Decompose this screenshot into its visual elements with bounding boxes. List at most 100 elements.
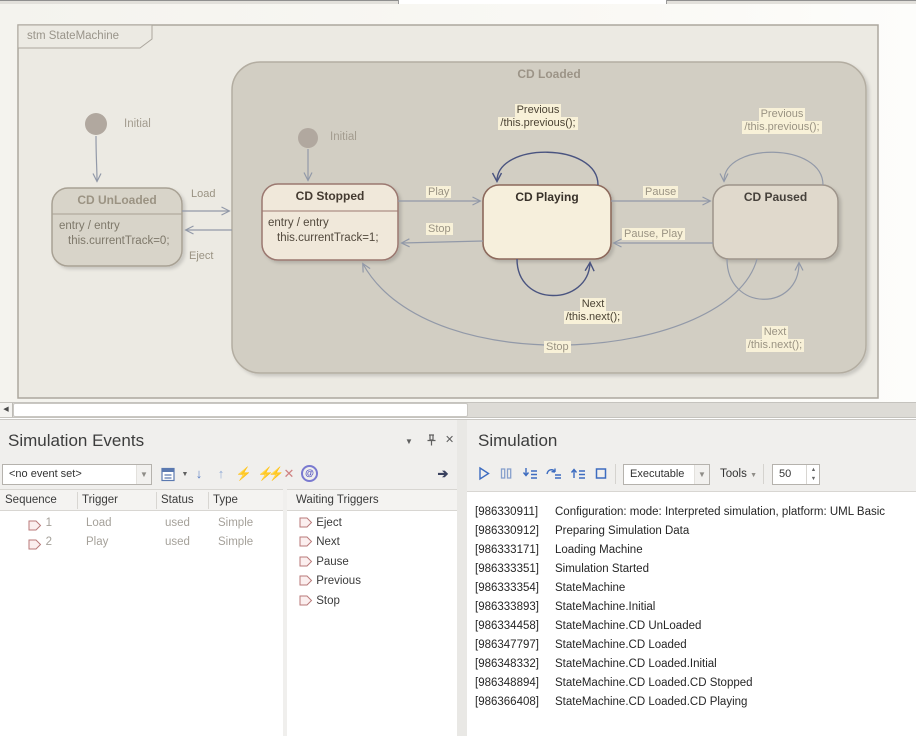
remove-icon[interactable]: ✕: [280, 465, 298, 483]
tools-menu[interactable]: Tools ▼: [720, 468, 757, 480]
cell-status: used: [165, 517, 190, 529]
log-line[interactable]: [986330911]Configuration: mode: Interpre…: [467, 506, 915, 525]
tools-label: Tools: [720, 468, 747, 480]
event-set-value: <no event set>: [9, 468, 82, 480]
event-set-dropdown-icon[interactable]: ▼: [136, 465, 151, 484]
toolbar-separator: [763, 464, 764, 484]
sim-step-out-icon[interactable]: [569, 465, 587, 487]
flag-icon: [299, 536, 313, 547]
waiting-triggers-header-label: Waiting Triggers: [296, 490, 379, 511]
label-pause: Pause: [643, 186, 678, 198]
speed-value: 50: [779, 468, 791, 480]
sim-step-into-icon[interactable]: [521, 465, 539, 487]
flag-icon: [299, 595, 313, 606]
simulation-events-panel: Simulation Events ▼ ✕ <no event set> ▼ ▼…: [0, 420, 457, 736]
target-at-icon[interactable]: @: [301, 465, 318, 482]
tools-dropdown-icon: ▼: [750, 472, 757, 479]
executable-combobox[interactable]: Executable ▼: [623, 464, 710, 485]
composite-title: CD Loaded: [232, 67, 866, 81]
waiting-trigger-next[interactable]: Next: [299, 536, 340, 548]
cell-trigger: Play: [86, 536, 108, 548]
label-load: Load: [191, 188, 215, 200]
panel-menu-chevron-icon[interactable]: ▼: [405, 437, 413, 446]
log-line[interactable]: [986333893]StateMachine.Initial: [467, 601, 915, 620]
cell-type: Simple: [218, 517, 253, 529]
label-stop-long: Stop: [544, 341, 571, 353]
log-line[interactable]: [986366408]StateMachine.CD Loaded.CD Pla…: [467, 696, 915, 715]
cell-type: Simple: [218, 536, 253, 548]
executable-dropdown-icon[interactable]: ▼: [694, 465, 709, 484]
panel-splitter[interactable]: [457, 420, 467, 736]
hscroll-left-button[interactable]: ◀: [0, 403, 13, 417]
move-up-icon[interactable]: ↑: [212, 465, 230, 483]
log-line[interactable]: [986330912]Preparing Simulation Data: [467, 525, 915, 544]
state-cd-stopped-body: entry / entry this.currentTrack=1;: [268, 216, 379, 246]
bottom-dock: Simulation Events ▼ ✕ <no event set> ▼ ▼…: [0, 419, 916, 736]
panel-close-icon[interactable]: ✕: [445, 433, 454, 446]
col-sequence[interactable]: Sequence: [5, 490, 57, 511]
spinner-buttons[interactable]: ▲ ▼: [806, 465, 819, 484]
state-cd-paused-title: CD Paused: [713, 190, 838, 204]
trigger-multiple-icon[interactable]: ⚡⚡: [255, 465, 281, 483]
diagram-canvas[interactable]: stm StateMachine CD Loaded Initial Initi…: [0, 4, 916, 402]
events-table-header: Sequence Trigger Status Type: [0, 490, 283, 511]
toolbar-separator: [615, 464, 616, 484]
log-line[interactable]: [986348894]StateMachine.CD Loaded.CD Sto…: [467, 677, 915, 696]
simulation-panel-title: Simulation: [478, 431, 557, 451]
initial-label-outer: Initial: [124, 118, 151, 130]
flag-icon: [299, 575, 313, 586]
simulation-log: [986330911]Configuration: mode: Interpre…: [467, 491, 916, 736]
label-next-playing: Next /this.next();: [548, 298, 638, 324]
cell-seq: 2: [40, 536, 52, 548]
sim-stop-icon[interactable]: [593, 465, 609, 487]
sim-pause-icon[interactable]: [499, 465, 513, 487]
events-panel-title: Simulation Events: [8, 431, 144, 451]
table-row[interactable]: 2 Play used Simple: [0, 534, 283, 553]
waiting-trigger-pause[interactable]: Pause: [299, 556, 349, 568]
label-next-paused: Next /this.next();: [735, 326, 815, 352]
event-set-combobox[interactable]: <no event set> ▼: [2, 464, 152, 485]
sim-play-icon[interactable]: [476, 465, 492, 487]
state-cd-unloaded-body: entry / entry this.currentTrack=0;: [59, 219, 170, 249]
label-pause-play: Pause, Play: [622, 228, 685, 240]
log-line[interactable]: [986333351]Simulation Started: [467, 563, 915, 582]
cell-seq: 1: [40, 517, 52, 529]
simulation-panel: Simulation Executable ▼ Tools ▼ 50: [467, 420, 916, 736]
state-cd-unloaded-title: CD UnLoaded: [52, 193, 182, 207]
initial-node-inner[interactable]: [298, 128, 318, 148]
label-play: Play: [426, 186, 451, 198]
cell-status: used: [165, 536, 190, 548]
cell-trigger: Load: [86, 517, 112, 529]
hscroll-thumb[interactable]: [13, 403, 468, 417]
waiting-trigger-stop[interactable]: Stop: [299, 595, 340, 607]
step-forward-arrow-icon[interactable]: ➔: [434, 465, 452, 483]
sim-step-over-icon[interactable]: [545, 465, 563, 487]
spinner-down-icon[interactable]: ▼: [807, 475, 820, 485]
diagram-hscrollbar[interactable]: ◀: [0, 402, 916, 418]
move-down-icon[interactable]: ↓: [190, 465, 208, 483]
event-list-icon[interactable]: [160, 467, 176, 487]
unloaded-entry-line1: entry / entry: [59, 219, 170, 234]
spinner-up-icon[interactable]: ▲: [807, 465, 820, 475]
col-status[interactable]: Status: [161, 490, 194, 511]
label-stop: Stop: [426, 223, 453, 235]
waiting-trigger-previous[interactable]: Previous: [299, 575, 361, 587]
speed-spinner[interactable]: 50 ▲ ▼: [772, 464, 820, 485]
waiting-trigger-eject[interactable]: Eject: [299, 517, 342, 529]
stopped-entry-line1: entry / entry: [268, 216, 379, 231]
frame-label: stm StateMachine: [27, 30, 119, 42]
pin-icon[interactable]: [426, 434, 437, 452]
col-trigger[interactable]: Trigger: [82, 490, 118, 511]
log-line[interactable]: [986347797]StateMachine.CD Loaded: [467, 639, 915, 658]
log-line[interactable]: [986334458]StateMachine.CD UnLoaded: [467, 620, 915, 639]
stopped-entry-line2: this.currentTrack=1;: [268, 231, 379, 246]
log-line[interactable]: [986333354]StateMachine: [467, 582, 915, 601]
table-row[interactable]: 1 Load used Simple: [0, 515, 283, 534]
col-type[interactable]: Type: [213, 490, 238, 511]
log-line[interactable]: [986333171]Loading Machine: [467, 544, 915, 563]
flag-icon: [299, 517, 313, 528]
initial-node-outer[interactable]: [85, 113, 107, 135]
label-previous-playing: Previous /this.previous();: [488, 104, 588, 130]
trigger-single-icon[interactable]: ⚡: [235, 465, 253, 483]
log-line[interactable]: [986348332]StateMachine.CD Loaded.Initia…: [467, 658, 915, 677]
